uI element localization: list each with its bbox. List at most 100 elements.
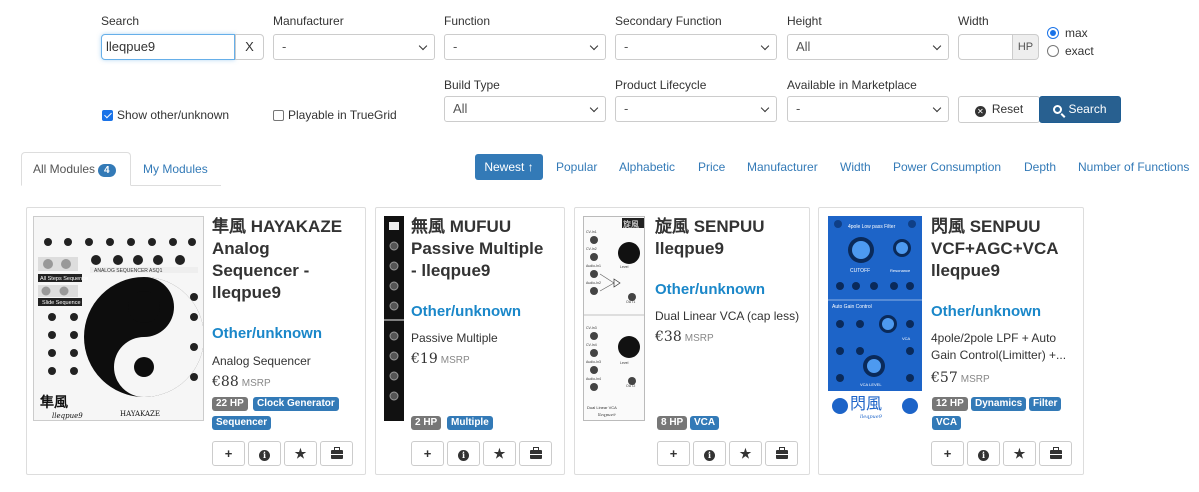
sort-depth[interactable]: Depth bbox=[1024, 160, 1056, 174]
playable-checkbox[interactable] bbox=[273, 110, 284, 121]
price-value: €88 bbox=[212, 374, 239, 390]
module-title[interactable]: 無風 MUFUU Passive Multiple - lleqpue9 bbox=[411, 216, 543, 282]
favorite-button[interactable]: ★ bbox=[284, 441, 317, 466]
panel-brand: lleqpue9 bbox=[860, 414, 883, 420]
sort-power-consumption[interactable]: Power Consumption bbox=[893, 160, 1001, 174]
marketplace-select[interactable]: - bbox=[787, 96, 949, 122]
playable-label: Playable in TrueGrid bbox=[288, 108, 397, 122]
star-icon: ★ bbox=[739, 446, 752, 461]
module-card[interactable]: 旋風 CV-In1 CV-In2 Audio-In1 Audio-In2 Lev… bbox=[574, 207, 810, 475]
sort-alphabetic[interactable]: Alphabetic bbox=[619, 160, 675, 174]
panel-label: CV-In3 bbox=[586, 326, 597, 330]
tab-my-modules[interactable]: My Modules bbox=[143, 162, 208, 176]
briefcase-button[interactable] bbox=[765, 441, 798, 466]
add-button[interactable]: + bbox=[931, 441, 964, 466]
plus-icon: + bbox=[669, 446, 678, 461]
width-label: Width bbox=[958, 14, 989, 28]
module-function: Dual Linear VCA (cap less) bbox=[655, 309, 800, 323]
tab-all-modules-label: All Modules bbox=[33, 162, 96, 176]
briefcase-icon bbox=[529, 447, 542, 459]
module-title-line: 無風 MUFUU bbox=[411, 217, 512, 236]
briefcase-button[interactable] bbox=[519, 441, 552, 466]
tab-all-modules[interactable]: All Modules 4 bbox=[21, 152, 131, 186]
module-manufacturer[interactable]: Other/unknown bbox=[411, 303, 521, 320]
height-select[interactable]: All bbox=[787, 34, 949, 60]
width-max-radio[interactable] bbox=[1047, 27, 1059, 39]
favorite-button[interactable]: ★ bbox=[483, 441, 516, 466]
info-button[interactable]: i bbox=[967, 441, 1000, 466]
search-input[interactable]: lleqpue9 bbox=[101, 34, 235, 60]
favorite-button[interactable]: ★ bbox=[729, 441, 762, 466]
module-panel-image[interactable]: 旋風 CV-In1 CV-In2 Audio-In1 Audio-In2 Lev… bbox=[583, 216, 645, 421]
module-title-line: 旋風 SENPUU bbox=[655, 217, 765, 236]
add-button[interactable]: + bbox=[212, 441, 245, 466]
sort-price[interactable]: Price bbox=[698, 160, 725, 174]
panel-label: Resonance bbox=[890, 268, 911, 273]
panel-label: Auto Gain Control bbox=[832, 304, 872, 310]
reset-button[interactable]: ✕ Reset bbox=[958, 96, 1040, 123]
search-label: Search bbox=[101, 14, 140, 28]
module-panel-image[interactable]: ANALOG SEQUENCER ASQ1 All Steps Sequence… bbox=[33, 216, 204, 421]
module-manufacturer[interactable]: Other/unknown bbox=[931, 303, 1041, 320]
module-panel-image[interactable] bbox=[384, 216, 404, 421]
module-function: Passive Multiple bbox=[411, 331, 498, 345]
briefcase-button[interactable] bbox=[320, 441, 353, 466]
search-icon bbox=[1053, 105, 1063, 114]
module-manufacturer[interactable]: Other/unknown bbox=[655, 281, 765, 298]
module-card[interactable]: ANALOG SEQUENCER ASQ1 All Steps Sequence… bbox=[26, 207, 366, 475]
briefcase-button[interactable] bbox=[1039, 441, 1072, 466]
width-exact-radio[interactable] bbox=[1047, 45, 1059, 57]
tag-badge[interactable]: VCA bbox=[690, 416, 720, 430]
tag-badge[interactable]: VCA bbox=[932, 416, 962, 430]
module-price: €88 MSRP bbox=[212, 374, 271, 390]
build-type-select[interactable]: All bbox=[444, 96, 606, 122]
panel-brand: lleqpue9 bbox=[52, 412, 83, 420]
add-button[interactable]: + bbox=[657, 441, 690, 466]
marketplace-label: Available in Marketplace bbox=[787, 78, 917, 92]
function-select[interactable]: - bbox=[444, 34, 606, 60]
info-button[interactable]: i bbox=[693, 441, 726, 466]
module-title[interactable]: 隼風 HAYAKAZE Analog Sequencer - lleqpue9 bbox=[212, 216, 342, 304]
tag-badge[interactable]: Multiple bbox=[447, 416, 493, 430]
module-price: €19 MSRP bbox=[411, 351, 470, 367]
manufacturer-select[interactable]: - bbox=[273, 34, 435, 60]
tag-badge[interactable]: Clock Generator bbox=[253, 397, 339, 411]
module-title[interactable]: 閃風 SENPUU VCF+AGC+VCA lleqpue9 bbox=[931, 216, 1059, 282]
module-panel-image[interactable]: 4pole Low pass Filter CUTOFF Resonance A… bbox=[828, 216, 922, 421]
search-button[interactable]: Search bbox=[1039, 96, 1121, 123]
add-button[interactable]: + bbox=[411, 441, 444, 466]
width-exact-label: exact bbox=[1065, 44, 1094, 58]
show-other-label: Show other/unknown bbox=[117, 108, 230, 122]
module-function-line: Gain Control(Limitter) +... bbox=[931, 348, 1067, 362]
tag-badge[interactable]: Dynamics bbox=[971, 397, 1027, 411]
sort-newest[interactable]: Newest ↑ bbox=[475, 154, 543, 180]
width-input[interactable] bbox=[958, 34, 1013, 60]
product-lifecycle-label: Product Lifecycle bbox=[615, 78, 707, 92]
hp-badge: 8 HP bbox=[657, 416, 688, 430]
product-lifecycle-select[interactable]: - bbox=[615, 96, 777, 122]
reset-button-label: Reset bbox=[991, 102, 1024, 116]
clear-search-button[interactable]: X bbox=[235, 34, 264, 60]
module-card[interactable]: 無風 MUFUU Passive Multiple - lleqpue9 Oth… bbox=[375, 207, 565, 475]
secondary-function-select[interactable]: - bbox=[615, 34, 777, 60]
sort-number-of-functions[interactable]: Number of Functions bbox=[1078, 160, 1189, 174]
panel-logo: 閃風 bbox=[850, 394, 882, 413]
module-function-line: 4pole/2pole LPF + Auto bbox=[931, 331, 1057, 345]
sort-popular[interactable]: Popular bbox=[556, 160, 597, 174]
show-other-checkbox[interactable] bbox=[102, 110, 113, 121]
module-card[interactable]: 4pole Low pass Filter CUTOFF Resonance A… bbox=[818, 207, 1084, 475]
tag-badge[interactable]: Sequencer bbox=[212, 416, 272, 430]
tag-badge[interactable]: Filter bbox=[1029, 397, 1062, 411]
info-button[interactable]: i bbox=[447, 441, 480, 466]
sort-width[interactable]: Width bbox=[840, 160, 871, 174]
sort-manufacturer[interactable]: Manufacturer bbox=[747, 160, 818, 174]
module-title[interactable]: 旋風 SENPUU lleqpue9 bbox=[655, 216, 765, 260]
favorite-button[interactable]: ★ bbox=[1003, 441, 1036, 466]
height-label: Height bbox=[787, 14, 822, 28]
price-value: €19 bbox=[411, 351, 438, 367]
module-title-line: 隼風 HAYAKAZE bbox=[212, 217, 343, 236]
info-button[interactable]: i bbox=[248, 441, 281, 466]
manufacturer-label: Manufacturer bbox=[273, 14, 344, 28]
module-manufacturer[interactable]: Other/unknown bbox=[212, 325, 322, 342]
panel-label: CV-In2 bbox=[586, 247, 597, 251]
